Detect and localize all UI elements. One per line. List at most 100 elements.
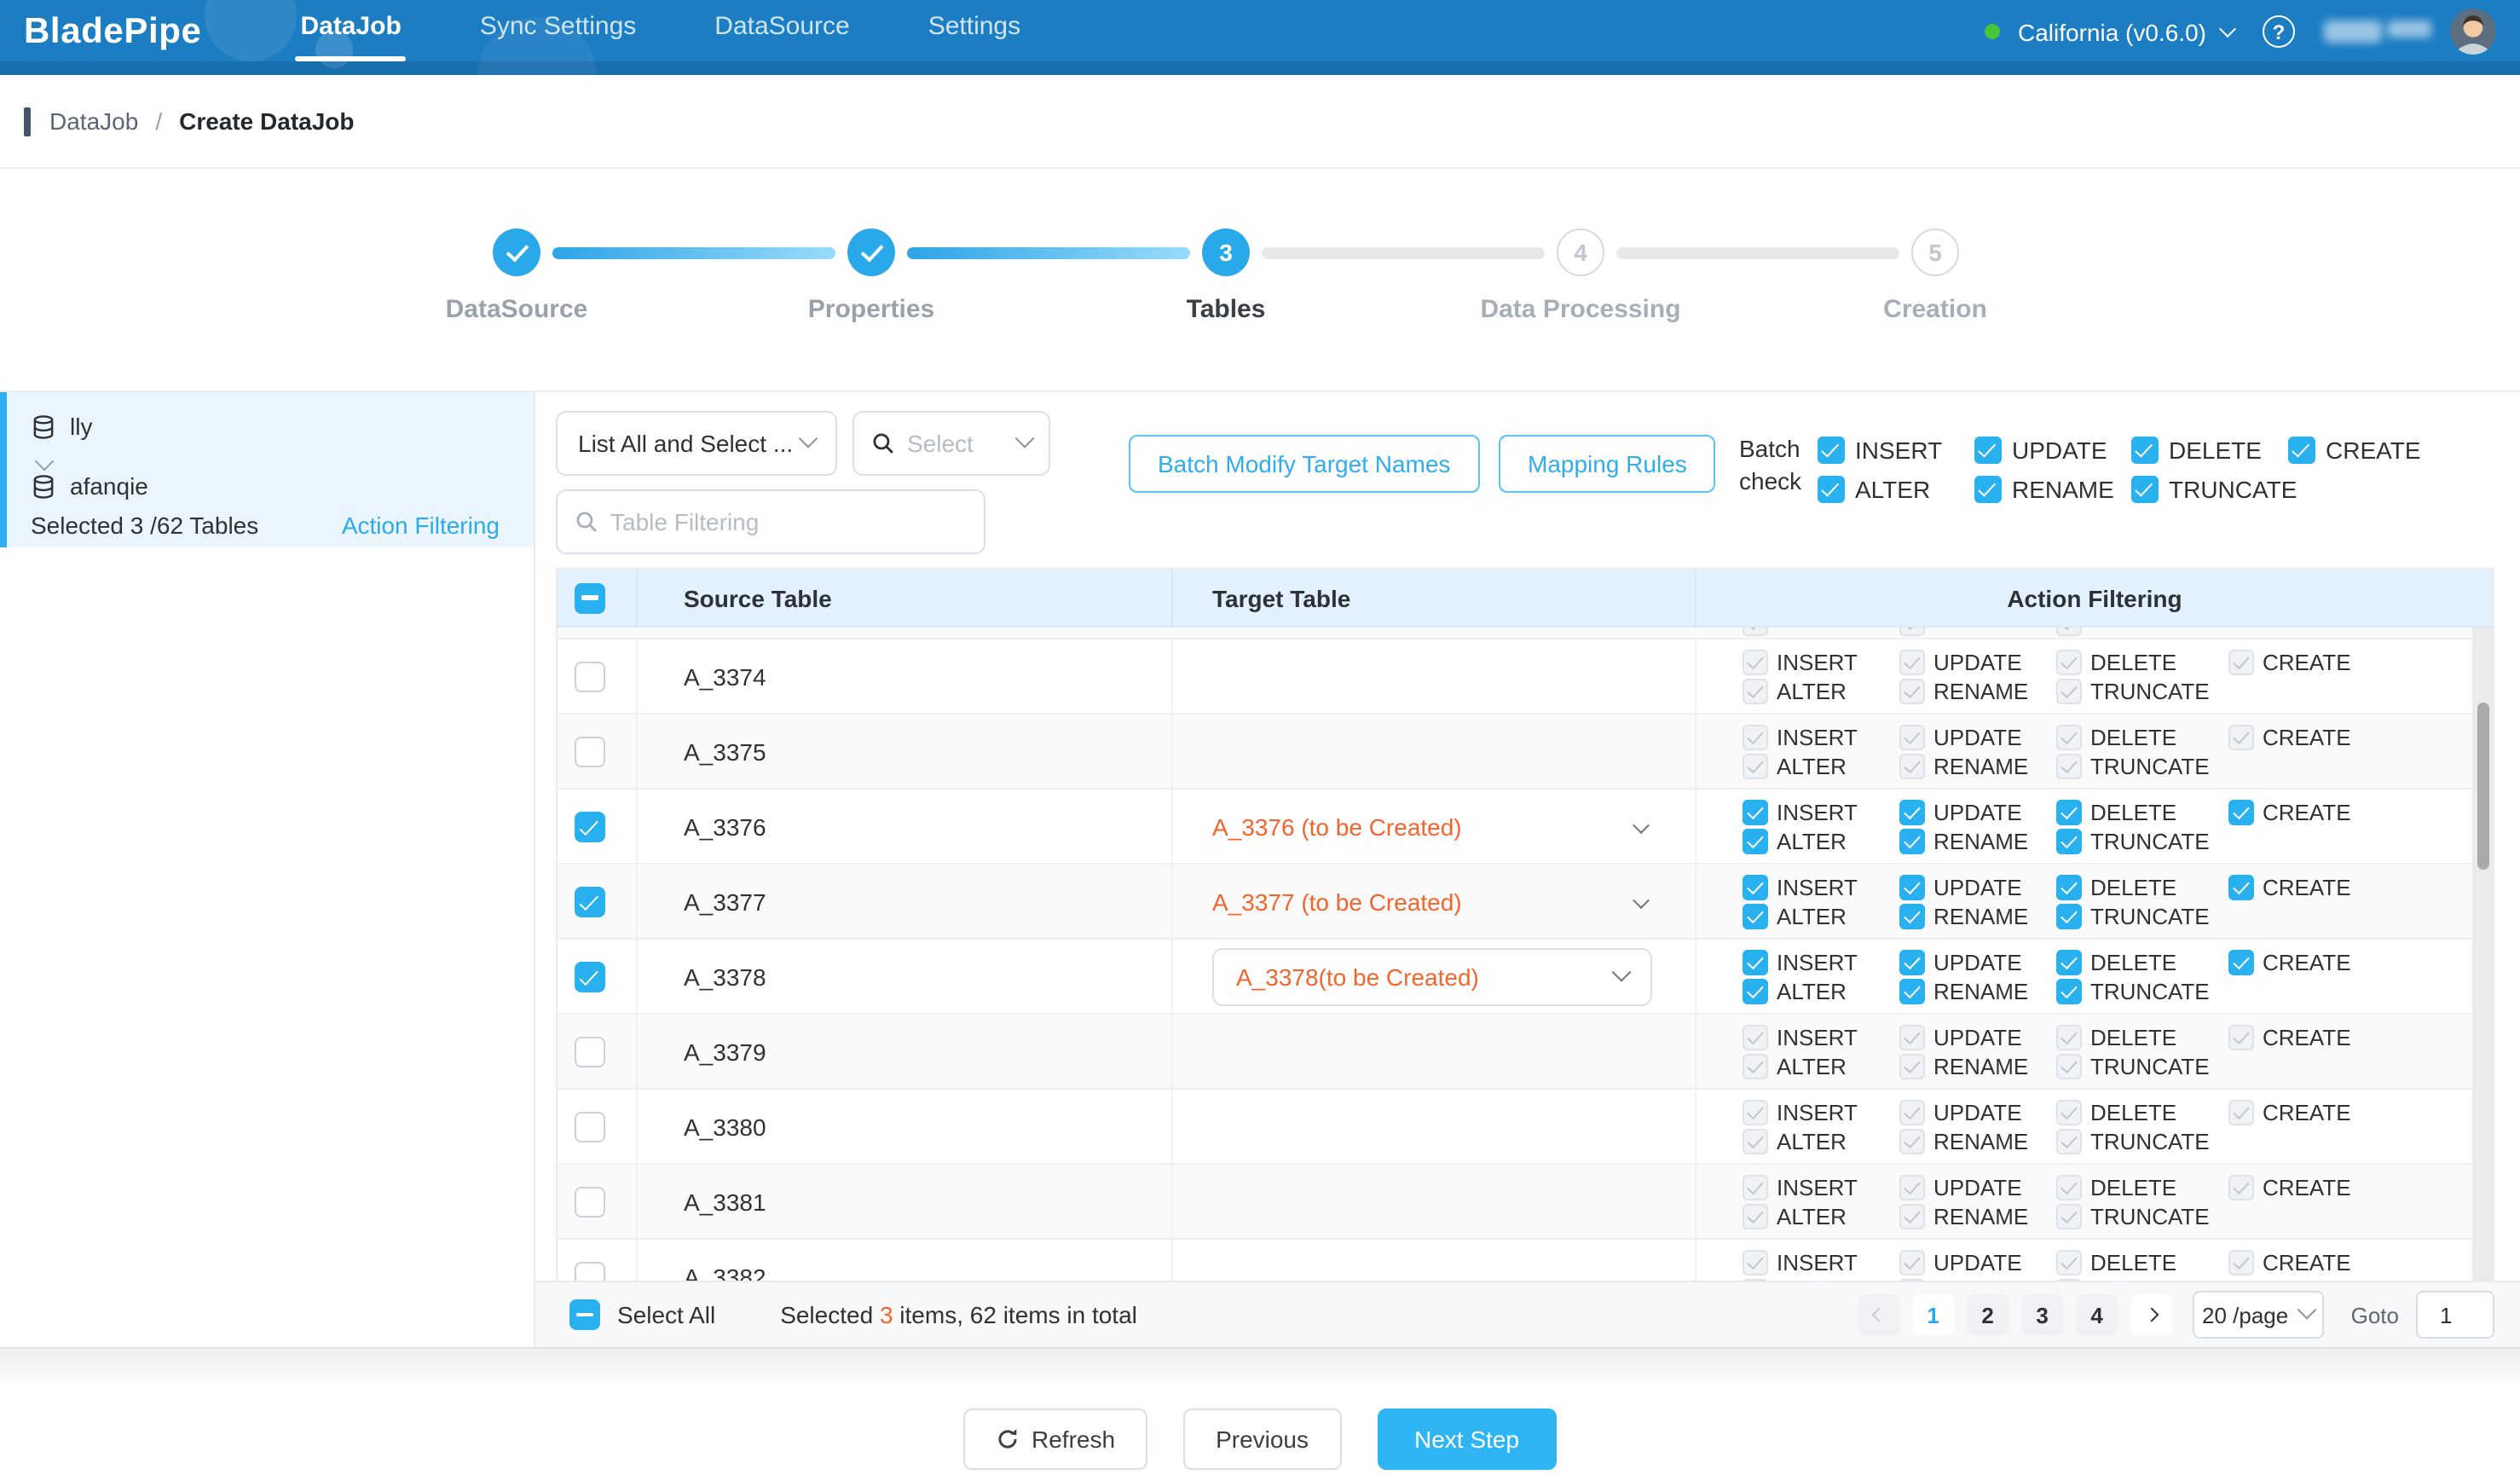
checkbox[interactable]	[1899, 950, 1925, 975]
page-button-4[interactable]: 4	[2077, 1294, 2118, 1335]
next-step-button[interactable]: Next Step	[1377, 1408, 1557, 1470]
checkbox[interactable]	[1899, 979, 1925, 1004]
scrollbar-thumb[interactable]	[2477, 703, 2488, 870]
action-insert-checkbox[interactable]: INSERT	[1743, 800, 1899, 825]
checkbox[interactable]	[2228, 875, 2254, 900]
checkbox[interactable]	[1743, 979, 1768, 1004]
action-alter-checkbox[interactable]: ALTER	[1743, 979, 1899, 1004]
row-checkbox[interactable]	[575, 812, 605, 842]
row-checkbox[interactable]	[575, 962, 605, 992]
action-update-checkbox[interactable]: UPDATE	[1899, 800, 2056, 825]
select-all-checkbox[interactable]	[569, 1299, 600, 1330]
goto-page-input[interactable]	[2416, 1291, 2494, 1339]
page-button-3[interactable]: 3	[2022, 1294, 2063, 1335]
checkbox[interactable]	[2056, 979, 2082, 1004]
checkbox[interactable]	[2056, 904, 2082, 929]
region-selector[interactable]: California (v0.6.0)	[2018, 18, 2206, 45]
nav-item-datajob[interactable]: DataJob	[300, 0, 401, 69]
action-update-checkbox[interactable]: UPDATE	[1899, 950, 2056, 975]
checkbox[interactable]	[1974, 476, 2002, 503]
batch-check-truncate[interactable]: TRUNCATE	[2131, 476, 2288, 503]
refresh-button[interactable]: Refresh	[963, 1408, 1147, 1470]
per-page-select[interactable]: 20 /page	[2193, 1291, 2324, 1339]
checkbox[interactable]	[2131, 437, 2159, 464]
action-create-checkbox[interactable]: CREATE	[2228, 800, 2493, 825]
action-delete-checkbox[interactable]: DELETE	[2056, 800, 2228, 825]
checkbox[interactable]	[2228, 950, 2254, 975]
checkbox[interactable]	[1743, 950, 1768, 975]
checkbox[interactable]	[2131, 476, 2159, 503]
nav-item-settings[interactable]: Settings	[928, 0, 1020, 69]
app-logo[interactable]: BladePipe	[24, 11, 201, 52]
vertical-scrollbar[interactable]	[2472, 628, 2493, 1282]
action-delete-checkbox[interactable]: DELETE	[2056, 950, 2228, 975]
action-rename-checkbox[interactable]: RENAME	[1899, 904, 2056, 929]
action-insert-checkbox[interactable]: INSERT	[1743, 950, 1899, 975]
target-table-name[interactable]: A_3377 (to be Created)	[1173, 888, 1462, 916]
checkbox[interactable]	[1974, 437, 2002, 464]
table-filter-field[interactable]	[556, 489, 985, 554]
batch-check-rename[interactable]: RENAME	[1974, 476, 2131, 503]
select-all-header-checkbox[interactable]	[575, 582, 605, 613]
checkbox[interactable]	[2228, 800, 2254, 825]
row-checkbox[interactable]	[575, 887, 605, 917]
row-checkbox[interactable]	[575, 1037, 605, 1067]
batch-check-insert[interactable]: INSERT	[1818, 437, 1974, 464]
next-page-button[interactable]	[2131, 1294, 2172, 1335]
row-checkbox[interactable]	[575, 662, 605, 692]
action-update-checkbox[interactable]: UPDATE	[1899, 875, 2056, 900]
checkbox[interactable]	[1743, 904, 1768, 929]
quick-select[interactable]: Select	[853, 411, 1050, 476]
row-checkbox[interactable]	[575, 1112, 605, 1142]
nav-item-sync-settings[interactable]: Sync Settings	[480, 0, 636, 69]
mapping-rules-button[interactable]: Mapping Rules	[1499, 435, 1716, 493]
avatar[interactable]	[2450, 9, 2496, 55]
checkbox[interactable]	[1818, 437, 1845, 464]
checkbox[interactable]	[2056, 800, 2082, 825]
row-checkbox[interactable]	[575, 737, 605, 767]
chevron-down-icon[interactable]	[2219, 20, 2236, 38]
action-filtering-link[interactable]: Action Filtering	[342, 512, 500, 539]
action-rename-checkbox[interactable]: RENAME	[1899, 979, 2056, 1004]
page-button-1[interactable]: 1	[1913, 1294, 1954, 1335]
help-icon[interactable]: ?	[2263, 15, 2295, 48]
action-truncate-checkbox[interactable]: TRUNCATE	[2056, 829, 2228, 854]
checkbox[interactable]	[1743, 875, 1768, 900]
page-button-2[interactable]: 2	[1968, 1294, 2008, 1335]
nav-item-datasource[interactable]: DataSource	[714, 0, 849, 69]
chevron-down-icon[interactable]	[1635, 812, 1647, 842]
checkbox[interactable]	[2288, 437, 2315, 464]
previous-button[interactable]: Previous	[1183, 1408, 1341, 1470]
sidebar-dataset-item[interactable]: lly afanqie Selected 3 /62 Tables Action…	[0, 392, 534, 547]
action-insert-checkbox[interactable]: INSERT	[1743, 875, 1899, 900]
checkbox[interactable]	[1899, 904, 1925, 929]
chevron-down-icon[interactable]	[1635, 887, 1647, 917]
batch-check-update[interactable]: UPDATE	[1974, 437, 2131, 464]
target-table-name[interactable]: A_3376 (to be Created)	[1173, 813, 1462, 841]
batch-modify-target-names-button[interactable]: Batch Modify Target Names	[1129, 435, 1479, 493]
checkbox[interactable]	[2056, 875, 2082, 900]
table-filter-input[interactable]	[610, 508, 967, 535]
target-table-select[interactable]: A_3378(to be Created)	[1212, 948, 1652, 1006]
checkbox[interactable]	[1743, 800, 1768, 825]
checkbox[interactable]	[2056, 950, 2082, 975]
checkbox[interactable]	[1899, 800, 1925, 825]
batch-check-create[interactable]: CREATE	[2288, 437, 2445, 464]
action-truncate-checkbox[interactable]: TRUNCATE	[2056, 904, 2228, 929]
list-mode-select[interactable]: List All and Select ...	[556, 411, 837, 476]
action-create-checkbox[interactable]: CREATE	[2228, 950, 2493, 975]
action-truncate-checkbox[interactable]: TRUNCATE	[2056, 979, 2228, 1004]
checkbox[interactable]	[1899, 875, 1925, 900]
action-delete-checkbox[interactable]: DELETE	[2056, 875, 2228, 900]
batch-check-delete[interactable]: DELETE	[2131, 437, 2288, 464]
checkbox[interactable]	[1899, 829, 1925, 854]
row-checkbox[interactable]	[575, 1187, 605, 1218]
checkbox[interactable]	[2056, 829, 2082, 854]
action-rename-checkbox[interactable]: RENAME	[1899, 829, 2056, 854]
batch-check-alter[interactable]: ALTER	[1818, 476, 1974, 503]
action-alter-checkbox[interactable]: ALTER	[1743, 904, 1899, 929]
action-alter-checkbox[interactable]: ALTER	[1743, 829, 1899, 854]
checkbox[interactable]	[1743, 829, 1768, 854]
checkbox[interactable]	[1818, 476, 1845, 503]
action-create-checkbox[interactable]: CREATE	[2228, 875, 2493, 900]
